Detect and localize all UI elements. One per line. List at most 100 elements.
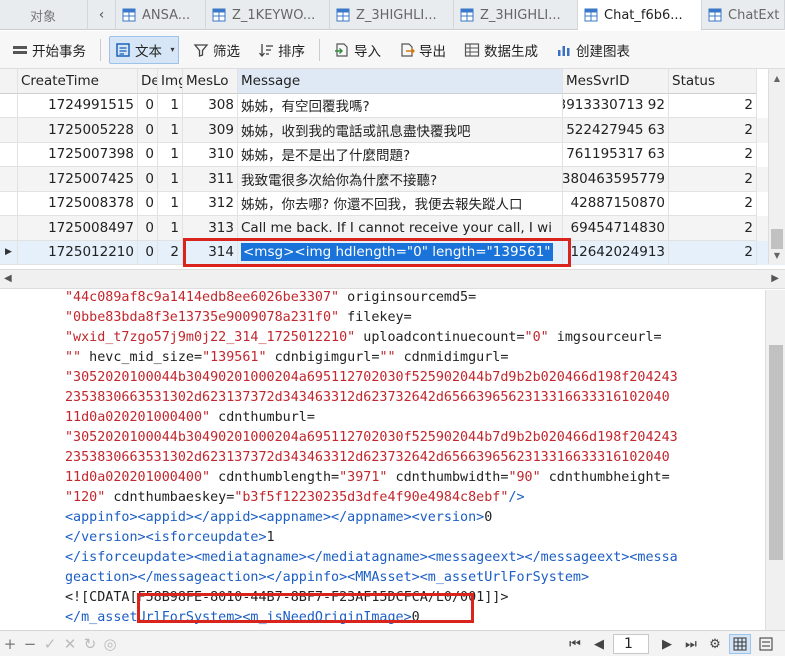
col-message-cell[interactable]: 姊姊，有空回覆我嗎? <box>238 93 563 118</box>
col-status-cell[interactable]: 2 <box>669 142 757 167</box>
detail-pane[interactable]: "44c089af8c9a1414edb8ee6026be3307" origi… <box>0 290 785 630</box>
col-messvrid-cell[interactable]: 761195317 63 <box>563 142 669 167</box>
settings-gear-icon[interactable]: ⚙ <box>705 637 725 652</box>
import-button[interactable]: 导入 <box>328 36 387 64</box>
col-createtime-cell[interactable]: 1725008497 <box>18 216 138 241</box>
col-message-cell[interactable]: Call me back. If I cannot receive your c… <box>238 216 563 241</box>
tab-scroll-left-icon[interactable]: ‹ <box>88 0 116 30</box>
tab-objects[interactable]: 对象 <box>0 0 88 30</box>
col-meslo-cell[interactable]: 309 <box>183 118 238 143</box>
col-img-header[interactable]: Img <box>158 69 183 94</box>
col-status-cell[interactable]: 2 <box>669 216 757 241</box>
col-createtime-header[interactable]: CreateTime <box>18 69 138 94</box>
row-indicator[interactable] <box>0 216 18 241</box>
grid-scroll-thumb[interactable] <box>771 229 783 249</box>
delete-record-icon[interactable]: − <box>20 635 40 653</box>
col-messvrid-cell[interactable]: 69454714830 <box>563 216 669 241</box>
col-de-cell[interactable]: 0 <box>138 93 158 118</box>
next-page-icon[interactable]: ▶ <box>657 637 677 652</box>
col-de-cell[interactable]: 0 <box>138 240 158 265</box>
col-img-cell[interactable]: 2 <box>158 240 183 265</box>
col-messvrid-cell[interactable]: 3913330713 92 <box>563 93 669 118</box>
previous-page-icon[interactable]: ◀ <box>589 637 609 652</box>
col-messvrid-cell[interactable]: 12642024913 <box>563 240 669 265</box>
col-meslo-cell[interactable]: 312 <box>183 191 238 216</box>
col-meslo-cell[interactable]: 310 <box>183 142 238 167</box>
tab-2[interactable]: Z_1KEYWO... <box>206 0 330 30</box>
col-img-cell[interactable]: 1 <box>158 118 183 143</box>
col-status-cell[interactable]: 2 <box>669 240 757 265</box>
sort-button[interactable]: 排序 <box>252 36 311 64</box>
row-indicator[interactable] <box>0 191 18 216</box>
stop-icon[interactable]: ◎ <box>100 635 120 653</box>
col-meslo-header[interactable]: MesLo <box>183 69 238 94</box>
export-button[interactable]: 导出 <box>393 36 452 64</box>
add-record-icon[interactable]: + <box>0 635 20 653</box>
row-indicator[interactable] <box>0 142 18 167</box>
col-createtime-cell[interactable]: 1725012210 <box>18 240 138 265</box>
tab-3[interactable]: Z_3HIGHLI... <box>330 0 454 30</box>
scroll-up-icon[interactable]: ▲ <box>769 71 785 85</box>
data-generation-button[interactable]: 数据生成 <box>458 36 544 64</box>
discard-changes-icon[interactable]: ✕ <box>60 635 80 653</box>
col-message-cell[interactable]: 姊姊，收到我的電話或訊息盡快覆我吧 <box>238 118 563 143</box>
col-de-cell[interactable]: 0 <box>138 167 158 192</box>
text-view-dropdown[interactable]: ▾ <box>167 35 179 64</box>
tab-1[interactable]: ANSA... <box>116 0 206 30</box>
col-status-cell[interactable]: 2 <box>669 118 757 143</box>
text-view-button[interactable]: 文本 <box>109 35 168 64</box>
grid-view-icon[interactable] <box>729 634 751 654</box>
col-meslo-cell[interactable]: 308 <box>183 93 238 118</box>
col-img-cell[interactable]: 1 <box>158 191 183 216</box>
col-meslo-cell[interactable]: 313 <box>183 216 238 241</box>
detail-scrollbar[interactable] <box>765 290 785 630</box>
scroll-down-icon[interactable]: ▼ <box>769 248 785 262</box>
filter-button[interactable]: 筛选 <box>187 36 246 64</box>
col-message-cell[interactable]: 我致電很多次給你為什麼不接聽? <box>238 167 563 192</box>
message-detail-text[interactable]: "44c089af8c9a1414edb8ee6026be3307" origi… <box>65 290 755 628</box>
col-meslo-cell[interactable]: 311 <box>183 167 238 192</box>
col-message-cell[interactable]: 姊姊，你去哪? 你還不回我，我便去報失蹤人口 <box>238 191 563 216</box>
col-messvrid-header[interactable]: MesSvrID <box>563 69 669 94</box>
col-status-cell[interactable]: 2 <box>669 167 757 192</box>
col-messvrid-cell[interactable]: 42887150870 <box>563 191 669 216</box>
form-view-icon[interactable] <box>755 634 777 654</box>
col-createtime-cell[interactable]: 1725005228 <box>18 118 138 143</box>
col-createtime-cell[interactable]: 1725007425 <box>18 167 138 192</box>
table-row[interactable]: 1725007398 0 1 310 姊姊，是不是出了什麼問題? 761195317 63… <box>0 142 785 167</box>
col-de-header[interactable]: De <box>138 69 158 94</box>
col-de-cell[interactable]: 0 <box>138 142 158 167</box>
tab-6[interactable]: ChatExt <box>702 0 785 30</box>
scroll-right-icon[interactable]: ▶ <box>771 273 779 284</box>
last-page-icon[interactable]: ⏭ <box>681 637 701 652</box>
col-message-cell[interactable]: 姊姊，是不是出了什麼問題? <box>238 142 563 167</box>
create-chart-button[interactable]: 创建图表 <box>550 36 636 64</box>
row-indicator[interactable] <box>0 118 18 143</box>
col-createtime-cell[interactable]: 1725007398 <box>18 142 138 167</box>
col-img-cell[interactable]: 1 <box>158 167 183 192</box>
table-row[interactable]: 1724991515 0 1 308 姊姊，有空回覆我嗎? 3913330713 92 2 <box>0 93 785 118</box>
table-row[interactable]: 1725007425 0 1 311 我致電很多次給你為什麼不接聽? 3804635957… <box>0 167 785 192</box>
grid-vertical-scrollbar[interactable]: ▲ ▼ <box>768 69 785 264</box>
col-img-cell[interactable]: 1 <box>158 216 183 241</box>
begin-transaction-button[interactable]: 开始事务 <box>6 36 92 64</box>
col-de-cell[interactable]: 0 <box>138 118 158 143</box>
col-status-cell[interactable]: 2 <box>669 191 757 216</box>
grid-horizontal-scrollbar[interactable]: ◀ ▶ <box>0 269 785 289</box>
row-indicator[interactable] <box>0 93 18 118</box>
apply-changes-icon[interactable]: ✓ <box>40 635 60 653</box>
col-de-cell[interactable]: 0 <box>138 191 158 216</box>
col-createtime-cell[interactable]: 1725008378 <box>18 191 138 216</box>
detail-scroll-thumb[interactable] <box>769 345 783 560</box>
col-messvrid-cell[interactable]: 380463595779 <box>563 167 669 192</box>
table-row[interactable]: 1725005228 0 1 309 姊姊，收到我的電話或訊息盡快覆我吧 52242794… <box>0 118 785 143</box>
col-img-cell[interactable]: 1 <box>158 142 183 167</box>
page-number-input[interactable]: 1 <box>613 634 649 654</box>
col-de-cell[interactable]: 0 <box>138 216 158 241</box>
col-status-header[interactable]: Status <box>669 69 757 94</box>
row-indicator[interactable]: ▶ <box>0 240 18 265</box>
col-messvrid-cell[interactable]: 522427945 63 <box>563 118 669 143</box>
table-row[interactable]: 1725008497 0 1 313 Call me back. If I cannot… <box>0 216 785 241</box>
tab-5[interactable]: Chat_f6b6... <box>578 0 702 31</box>
first-page-icon[interactable]: ⏮ <box>565 637 585 652</box>
